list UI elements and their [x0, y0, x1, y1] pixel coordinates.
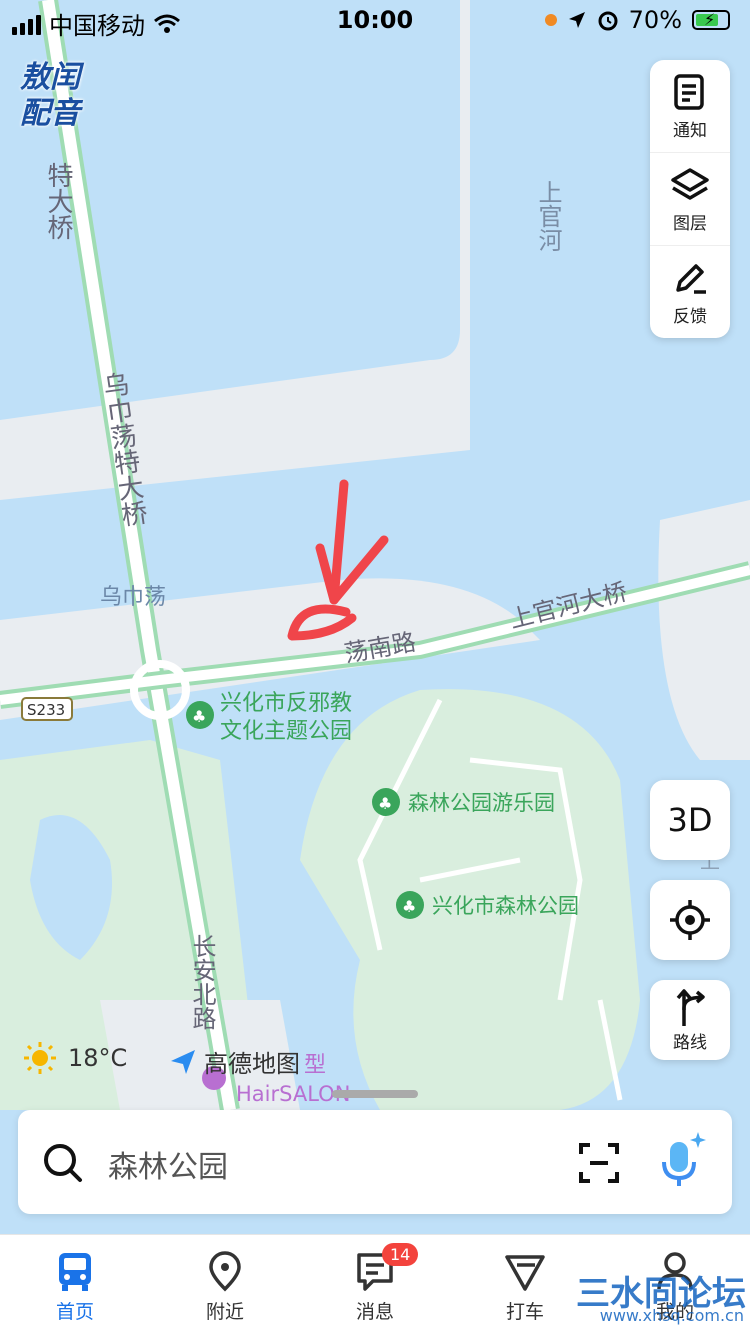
recording-dot-icon	[544, 14, 557, 26]
feedback-button[interactable]: 反馈	[650, 246, 730, 338]
badge-line-1: 敖闰	[20, 60, 80, 95]
tab-taxi-label: 打车	[505, 1301, 544, 1323]
route-label: 路线	[673, 1032, 707, 1053]
notice-icon	[674, 73, 704, 110]
route-button[interactable]: 路线	[650, 980, 730, 1060]
feedback-label: 反馈	[673, 306, 707, 327]
svg-text:型: 型	[304, 1053, 326, 1078]
layers-button[interactable]: 图层	[650, 153, 730, 246]
site-watermark-url: www.xhsq.com.cn	[599, 1306, 744, 1325]
notice-button[interactable]: 通知	[650, 60, 730, 153]
pencil-icon	[676, 263, 706, 294]
tab-messages[interactable]: 14 消息	[320, 1243, 430, 1324]
location-arrow-icon	[568, 12, 585, 28]
tab-home[interactable]: 首页	[20, 1249, 130, 1324]
svg-text:森林公园游乐园: 森林公园游乐园	[408, 791, 555, 815]
voice-mic-icon[interactable]	[656, 1130, 706, 1192]
sheet-drag-handle[interactable]	[332, 1090, 418, 1098]
bus-icon	[59, 1253, 91, 1291]
3d-label: 3D	[667, 801, 713, 839]
search-bar[interactable]: 森林公园	[18, 1110, 732, 1214]
weather-widget[interactable]: 18°C	[22, 1040, 127, 1076]
tab-nearby-label: 附近	[205, 1301, 244, 1323]
location-pin-icon	[209, 1251, 241, 1292]
messages-badge: 14	[382, 1243, 419, 1266]
status-bar: 中国移动 10:00 70% ⚡	[0, 0, 750, 44]
highway-shield-s233: S233	[21, 697, 73, 721]
battery-icon: ⚡	[692, 10, 730, 30]
map-tools-panel: 通知 图层 反馈	[650, 60, 730, 338]
svg-text:兴化市反邪教: 兴化市反邪教	[220, 691, 352, 716]
label-river-shangguan: 上官河	[534, 180, 562, 252]
svg-text:♣: ♣	[378, 794, 392, 813]
search-icon	[44, 1144, 82, 1182]
scan-icon[interactable]	[578, 1142, 620, 1184]
label-lake-wujin: 乌巾荡	[100, 585, 166, 610]
svg-text:S233: S233	[27, 701, 65, 719]
tab-home-label: 首页	[55, 1301, 94, 1323]
label-bridge-top: 特大桥	[43, 162, 73, 240]
layers-icon	[671, 167, 709, 200]
search-input[interactable]: 森林公园	[108, 1142, 228, 1186]
notice-label: 通知	[673, 120, 707, 141]
temperature: 18°C	[68, 1044, 128, 1072]
route-fork-icon	[676, 988, 705, 1026]
svg-text:♣: ♣	[192, 707, 206, 726]
layers-label: 图层	[673, 213, 707, 234]
voice-pack-badge[interactable]: 敖闰 配音	[20, 60, 102, 140]
tab-nearby[interactable]: 附近	[170, 1249, 280, 1324]
alarm-icon	[598, 11, 618, 31]
crosshair-icon	[670, 900, 710, 940]
sun-icon	[24, 1042, 56, 1074]
svg-text:兴化市森林公园: 兴化市森林公园	[432, 894, 579, 918]
amap-logo: 高德地图	[168, 1044, 300, 1079]
tab-messages-label: 消息	[355, 1301, 394, 1323]
locate-me-button[interactable]	[650, 880, 730, 960]
svg-text:♣: ♣	[402, 897, 416, 916]
3d-toggle-button[interactable]: 3D	[650, 780, 730, 860]
battery-percent: 70%	[628, 6, 682, 34]
tab-taxi[interactable]: 打车	[470, 1249, 580, 1324]
svg-text:文化主题公园: 文化主题公园	[220, 719, 352, 744]
badge-line-2: 配音	[20, 96, 80, 131]
taxi-icon	[505, 1255, 545, 1291]
amap-logo-icon	[171, 1049, 195, 1074]
amap-logo-text: 高德地图	[204, 1050, 300, 1078]
label-road-changan: 长安北路	[188, 934, 216, 1030]
